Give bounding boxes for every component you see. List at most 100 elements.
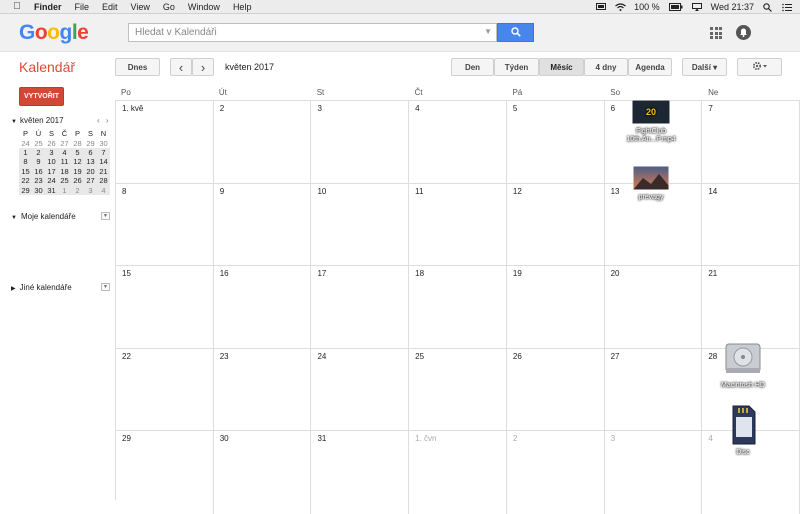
wifi-icon[interactable] (615, 3, 626, 11)
day-cell[interactable]: 1. čvn (409, 431, 507, 514)
view-month-button[interactable]: Měsíc (539, 58, 584, 76)
mini-day[interactable]: 24 (45, 175, 58, 186)
mini-day[interactable]: 22 (19, 175, 32, 186)
mini-day[interactable]: 30 (97, 138, 110, 148)
spotlight-icon[interactable] (763, 3, 773, 12)
mini-day[interactable]: 3 (45, 147, 58, 158)
day-cell[interactable]: 19 (507, 266, 605, 348)
day-cell[interactable]: 21 (702, 266, 800, 348)
day-cell[interactable]: 18 (409, 266, 507, 348)
day-cell[interactable]: 25 (409, 348, 507, 430)
day-cell[interactable]: 2 (507, 431, 605, 514)
mini-day[interactable]: 23 (32, 175, 45, 186)
day-cell[interactable]: 24 (311, 348, 410, 430)
mini-day[interactable]: 27 (84, 175, 97, 186)
search-options-caret-icon[interactable]: ▼ (484, 27, 492, 36)
day-cell[interactable]: 20 (605, 266, 703, 348)
mini-day[interactable]: 28 (71, 138, 84, 148)
mini-day[interactable]: 18 (58, 166, 71, 176)
day-cell[interactable]: 30 (214, 431, 312, 514)
day-cell[interactable]: 26 (507, 348, 605, 430)
more-button[interactable]: Další ▾ (682, 58, 727, 76)
day-cell[interactable]: 2 (214, 101, 312, 183)
create-event-button[interactable]: VYTVOŘIT (19, 87, 64, 106)
menu-view[interactable]: View (131, 2, 150, 12)
calendar-title[interactable]: Kalendář (19, 59, 75, 75)
day-cell[interactable]: 29 (116, 431, 214, 514)
apple-menu-icon[interactable]:  (10, 1, 24, 12)
my-calendars-dropdown-icon[interactable]: ▼ (101, 212, 110, 220)
mini-day[interactable]: 28 (97, 175, 110, 186)
day-cell[interactable]: 22 (116, 348, 214, 430)
search-button[interactable] (497, 23, 534, 42)
mini-day[interactable]: 25 (32, 138, 45, 148)
notifications-bell-icon[interactable] (736, 25, 751, 40)
mini-day[interactable]: 4 (58, 147, 71, 158)
mini-day[interactable]: 1 (19, 147, 32, 158)
day-cell[interactable]: 3 (311, 101, 410, 183)
day-cell[interactable]: 15 (116, 266, 214, 348)
next-period-button[interactable]: › (192, 58, 214, 76)
mini-day[interactable]: 30 (32, 185, 45, 195)
mini-day[interactable]: 12 (71, 157, 84, 167)
mini-day[interactable]: 19 (71, 166, 84, 176)
day-cell[interactable]: 16 (214, 266, 312, 348)
view-day-button[interactable]: Den (451, 58, 494, 76)
day-cell[interactable]: 31 (311, 431, 410, 514)
view-week-button[interactable]: Týden (494, 58, 539, 76)
mini-day[interactable]: 14 (97, 157, 110, 167)
mini-day[interactable]: 26 (71, 175, 84, 186)
view-agenda-button[interactable]: Agenda (628, 58, 672, 76)
mini-day[interactable]: 1 (58, 185, 71, 195)
mini-day[interactable]: 9 (32, 157, 45, 167)
mini-day[interactable]: 20 (84, 166, 97, 176)
mini-day[interactable]: 8 (19, 157, 32, 167)
apps-grid-icon[interactable] (710, 27, 722, 39)
mini-day[interactable]: 17 (45, 166, 58, 176)
view-4days-button[interactable]: 4 dny (584, 58, 628, 76)
day-cell[interactable]: 4 (409, 101, 507, 183)
mini-day[interactable]: 29 (19, 185, 32, 195)
day-cell[interactable]: 12 (507, 183, 605, 265)
airplay-icon[interactable] (691, 3, 702, 11)
mini-day[interactable]: 2 (71, 185, 84, 195)
day-cell[interactable]: 5 (507, 101, 605, 183)
mini-day[interactable]: 26 (45, 138, 58, 148)
today-button[interactable]: Dnes (115, 58, 160, 76)
menu-window[interactable]: Window (188, 2, 220, 12)
day-cell[interactable]: 9 (214, 183, 312, 265)
prev-period-button[interactable]: ‹ (170, 58, 192, 76)
desktop-drive-disc[interactable]: Disc (713, 405, 773, 457)
menu-clock[interactable]: Wed 21:37 (711, 2, 754, 12)
mini-day[interactable]: 31 (45, 185, 58, 195)
menu-app-finder[interactable]: Finder (34, 2, 62, 12)
mini-day[interactable]: 15 (19, 166, 32, 176)
mini-day[interactable]: 10 (45, 157, 58, 167)
menu-edit[interactable]: Edit (102, 2, 118, 12)
search-input[interactable]: Hledat v Kalendáři ▼ (128, 23, 497, 42)
settings-button[interactable] (737, 58, 782, 76)
mini-next-button[interactable]: › (106, 116, 109, 125)
desktop-file-image[interactable]: prevagy (622, 165, 680, 202)
day-cell[interactable]: 1. kvě (116, 101, 214, 183)
day-cell[interactable]: 17 (311, 266, 410, 348)
mini-day[interactable]: 4 (97, 185, 110, 195)
day-cell[interactable]: 3 (605, 431, 703, 514)
day-cell[interactable]: 27 (605, 348, 703, 430)
mini-day[interactable]: 7 (97, 147, 110, 158)
mini-day[interactable]: 2 (32, 147, 45, 158)
mini-calendar-header[interactable]: ▼ květen 2017 (11, 116, 64, 125)
other-calendars-header[interactable]: ▶ Jiné kalendáře (11, 283, 72, 292)
menu-go[interactable]: Go (163, 2, 175, 12)
mini-day[interactable]: 24 (19, 138, 32, 148)
mini-day[interactable]: 25 (58, 175, 71, 186)
day-cell[interactable]: 14 (702, 183, 800, 265)
day-cell[interactable]: 11 (409, 183, 507, 265)
battery-icon[interactable] (668, 3, 683, 11)
other-calendars-dropdown-icon[interactable]: ▼ (101, 283, 110, 291)
day-cell[interactable]: 23 (214, 348, 312, 430)
mini-day[interactable]: 13 (84, 157, 97, 167)
mini-day[interactable]: 5 (71, 147, 84, 158)
display-icon[interactable] (596, 3, 607, 11)
notification-center-icon[interactable] (782, 3, 792, 12)
